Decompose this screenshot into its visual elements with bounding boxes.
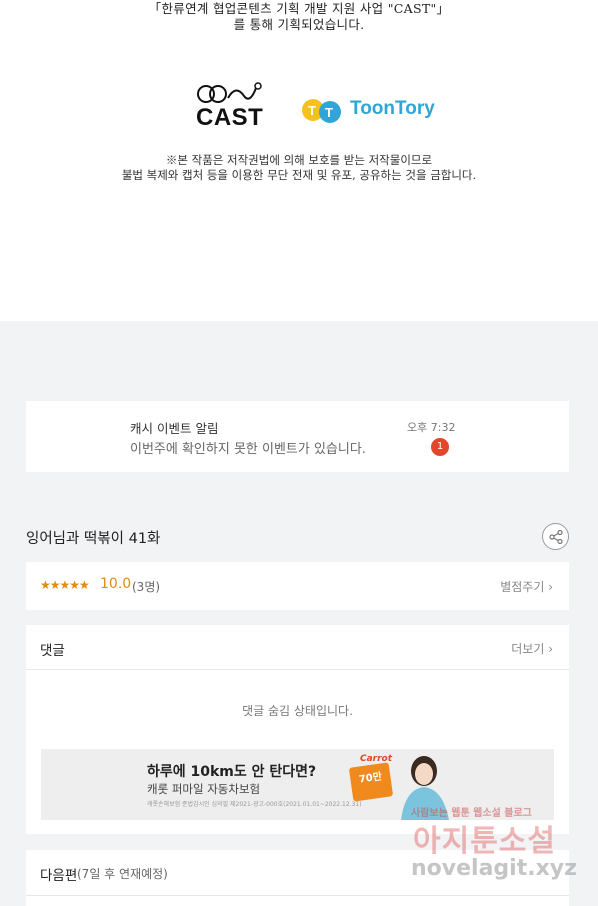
rating-card: ★★★★★ 10.0 (3명) 별점주기 › [26, 562, 569, 610]
ad-banner[interactable]: 하루에 10km도 안 탄다면? 캐롯 퍼마일 자동차보험 캐롯손해보험 준법감… [41, 749, 554, 820]
ad-promo-tag: 70만 [348, 762, 394, 802]
alert-count-badge: 1 [431, 438, 449, 456]
cast-logo: CAST [196, 82, 264, 132]
copyright-notice-1: ※본 작품은 저작권법에 의해 보호를 받는 저작물이므로 [165, 153, 433, 167]
alert-time: 오후 7:32 [407, 421, 456, 434]
ad-headline: 하루에 10km도 안 탄다면? [147, 764, 317, 780]
toontory-logo: T T ToonTory [300, 95, 440, 125]
rating-count: (3명) [132, 580, 161, 594]
rating-score: 10.0 [100, 576, 132, 592]
svg-text:T: T [325, 105, 333, 120]
star-rating-icons: ★★★★★ [40, 578, 90, 592]
share-icon [549, 530, 563, 544]
episode-title: 잉어님과 떡볶이 41화 [26, 531, 161, 547]
next-episode-card[interactable]: 다음편 (7일 후 연재예정) [26, 850, 569, 896]
cast-logo-mark [197, 82, 262, 103]
toontory-logo-text: ToonTory [350, 98, 435, 119]
rate-button[interactable]: 별점주기 › [500, 578, 553, 595]
comment-header: 댓글 더보기 › [26, 625, 569, 670]
credit-line-2: 를 통해 기획되었습니다. [233, 17, 365, 32]
comment-title: 댓글 [40, 643, 65, 659]
cash-event-alert[interactable]: 캐시 이벤트 알림 이번주에 확인하지 못한 이벤트가 있습니다. 오후 7:3… [26, 401, 569, 472]
episode-end-credits: 「한류연계 협업콘텐츠 기획 개발 지원 사업 "CAST"」 를 통해 기획되… [0, 0, 598, 321]
comment-hidden-message: 댓글 숨김 상태입니다. [242, 704, 353, 718]
cast-logo-text: CAST [196, 104, 264, 131]
share-button[interactable] [542, 523, 569, 550]
next-episode-list-strip [26, 896, 569, 906]
next-episode-schedule: (7일 후 연재예정) [77, 867, 168, 881]
ad-subline: 캐롯 퍼마일 자동차보험 [147, 782, 261, 796]
ad-fine-print: 캐롯손해보험 준법감시인 심의필 제2021-광고-000호(2021.01.0… [147, 801, 362, 808]
alert-message: 이번주에 확인하지 못한 이벤트가 있습니다. [130, 442, 366, 457]
comment-section: 댓글 더보기 › 댓글 숨김 상태입니다. 하루에 10km도 안 탄다면? 캐… [26, 625, 569, 834]
svg-text:T: T [308, 103, 316, 118]
toontory-logo-mark: T T [302, 99, 341, 123]
next-episode-title: 다음편 [40, 868, 78, 884]
ad-model-image [401, 756, 449, 820]
copyright-notice-2: 불법 복제와 캡처 등을 이용한 무단 전재 및 유포, 공유하는 것을 금합니… [121, 168, 477, 182]
alert-title: 캐시 이벤트 알림 [130, 421, 219, 436]
ad-promo-tag-text: 70만 [358, 771, 383, 786]
comment-more-button[interactable]: 더보기 › [511, 640, 553, 657]
